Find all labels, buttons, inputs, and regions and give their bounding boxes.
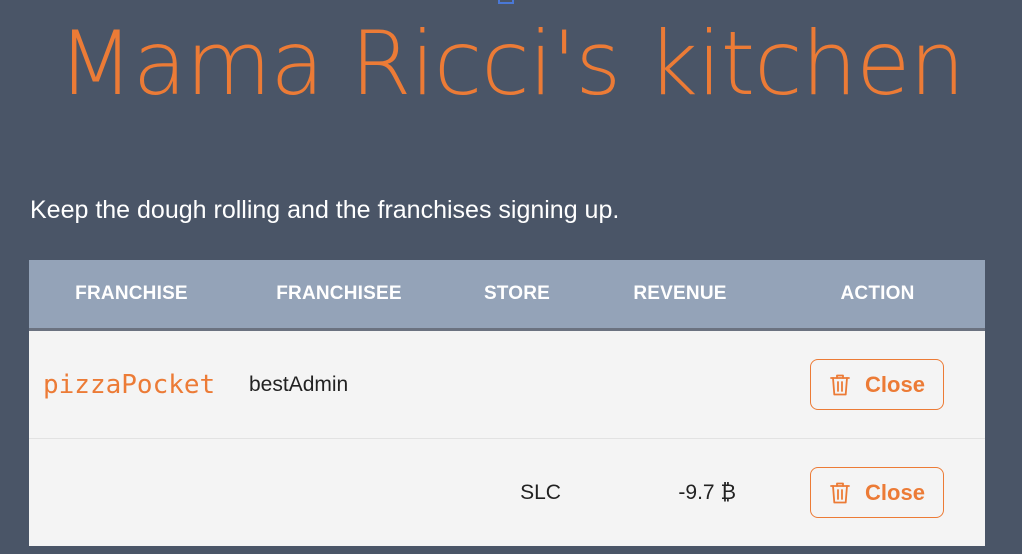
column-header-revenue: REVENUE [633, 283, 727, 304]
trash-icon [829, 373, 851, 397]
page-subtitle: Keep the dough rolling and the franchise… [30, 196, 620, 224]
page-title: Mama Ricci's kitchen [57, 12, 965, 115]
franchise-name: pizzaPocket [43, 369, 216, 400]
store-revenue: -9.7 ₿ [678, 480, 736, 504]
table-header-row: FRANCHISE FRANCHISEE STORE REVENUE ACTIO… [29, 260, 985, 331]
column-header-store: STORE [483, 283, 551, 304]
franchise-table: FRANCHISE FRANCHISEE STORE REVENUE ACTIO… [29, 260, 985, 546]
column-header-franchisee: FRANCHISEE [276, 283, 402, 304]
column-header-action: ACTION [840, 283, 915, 304]
close-franchise-button[interactable]: Close [810, 359, 944, 410]
table-row-store: SLC -9.7 ₿ Close [29, 439, 985, 546]
close-button-label: Close [865, 479, 925, 505]
action-cell: Close [770, 359, 985, 410]
column-header-franchise: FRANCHISE [75, 283, 188, 304]
franchise-admin-page: Mama Ricci's kitchen Keep the dough roll… [0, 0, 1022, 554]
store-name: SLC [520, 480, 561, 504]
franchisee-name: bestAdmin [249, 372, 349, 396]
focus-marker [498, 0, 514, 4]
close-store-button[interactable]: Close [810, 467, 944, 518]
action-cell: Close [770, 467, 985, 518]
trash-icon [829, 481, 851, 505]
close-button-label: Close [865, 371, 925, 397]
table-row-franchise: pizzaPocket bestAdmin Close [29, 331, 985, 439]
